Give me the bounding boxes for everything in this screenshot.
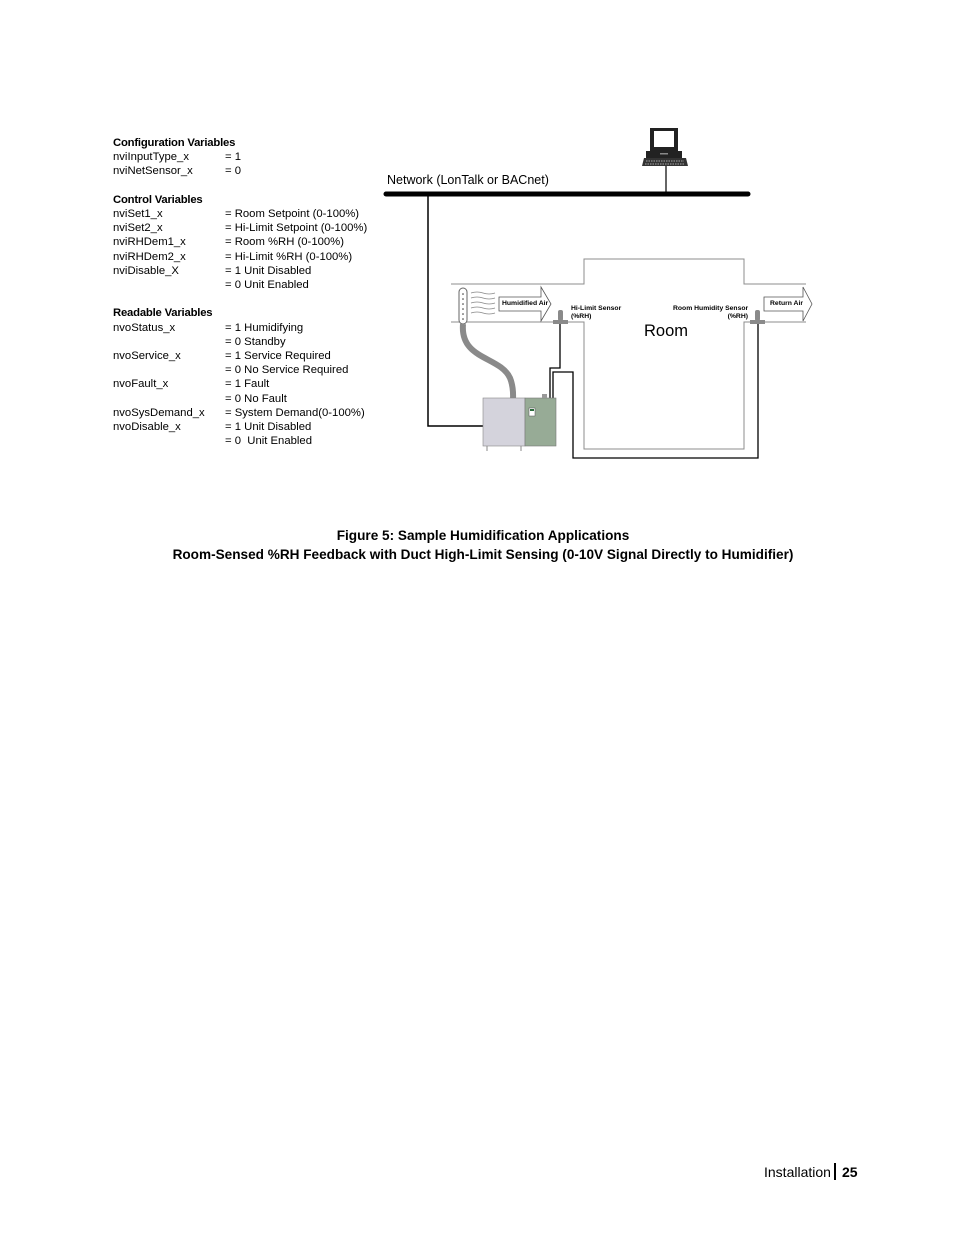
hi-limit-sensor-name: Hi-Limit Sensor xyxy=(571,305,622,312)
page-footer: Installation 25 xyxy=(764,1163,858,1180)
room-humidity-sensor-icon xyxy=(750,310,765,324)
network-label: Network (LonTalk or BACnet) xyxy=(387,173,549,187)
room-sensor-unit: (%RH) xyxy=(727,313,748,320)
footer-section: Installation xyxy=(764,1163,831,1180)
humidified-air-label: Humidified Air xyxy=(502,300,549,307)
computer-icon xyxy=(642,128,688,166)
network-to-humidifier-wire xyxy=(427,194,484,427)
humidifier-unit-icon xyxy=(482,394,557,451)
room-label: Room xyxy=(644,322,689,340)
hi-limit-sensor-icon xyxy=(553,310,568,324)
steam-hose xyxy=(459,323,517,401)
humidification-diagram xyxy=(383,128,813,459)
room-sensor-name: Room Humidity Sensor xyxy=(673,305,749,312)
footer-separator xyxy=(833,1163,836,1180)
dispersion-tube-icon xyxy=(458,287,496,325)
room-sensor-label: Room Humidity Sensor (%RH) xyxy=(673,305,748,321)
figure-caption-subtitle: Room-Sensed %RH Feedback with Duct High-… xyxy=(172,547,794,562)
hi-limit-sensor-label: Hi-Limit Sensor (%RH) xyxy=(571,305,621,321)
return-air-label: Return Air xyxy=(770,300,803,307)
figure-caption-title: Figure 5: Sample Humidification Applicat… xyxy=(336,528,630,543)
page-number: 25 xyxy=(841,1163,858,1180)
hi-limit-sensor-wire xyxy=(549,324,561,398)
hi-limit-sensor-unit: (%RH) xyxy=(571,313,592,320)
